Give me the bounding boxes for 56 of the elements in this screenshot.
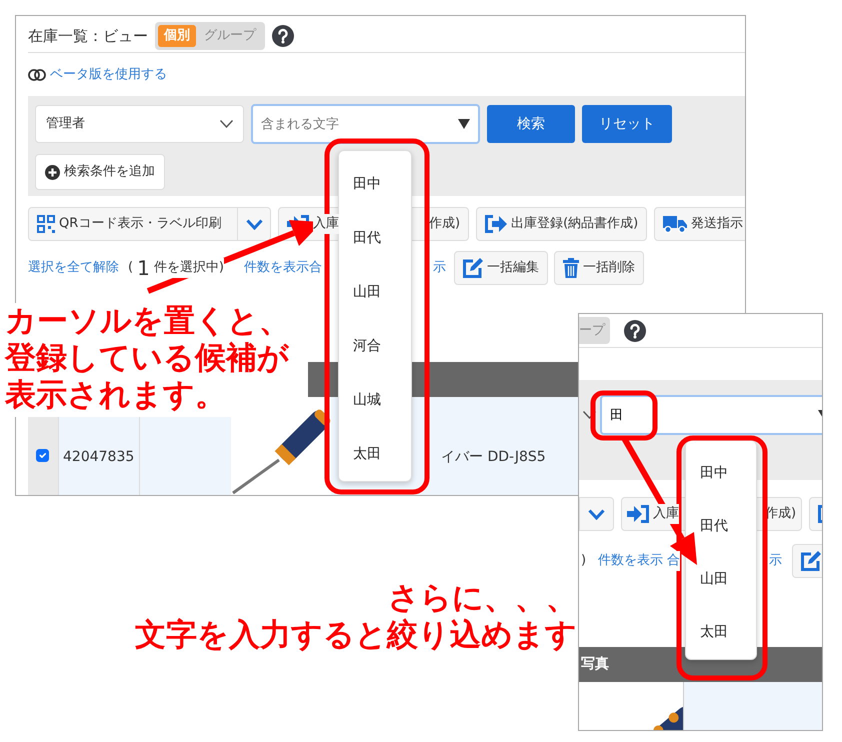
bulk-action-button[interactable] — [792, 544, 822, 578]
suggestion-item[interactable]: 山田 — [339, 265, 411, 319]
qr-code-icon — [37, 215, 55, 233]
column-header: 写真 — [580, 655, 610, 674]
annotation-text: カーソルを置くと、 — [5, 303, 290, 340]
toolbar-button[interactable]: 出庫登録(納品書作成) — [476, 207, 648, 241]
chevron-down-icon — [246, 218, 262, 230]
beta-link[interactable]: ベータ版を使用する — [50, 64, 167, 84]
annotation-text: 文字を入力すると絞り込めます — [135, 617, 577, 654]
arrow-out-bracket-icon — [485, 215, 508, 233]
edit-icon — [462, 258, 483, 278]
highlight-frame — [590, 390, 658, 440]
add-condition-button[interactable]: 検索条件を追加 — [35, 154, 165, 190]
truck-icon — [663, 215, 688, 233]
count-display-link[interactable]: 件数を表示合 — [244, 258, 322, 278]
plus-circle-icon — [45, 164, 60, 180]
count-display-link[interactable]: 示 — [432, 258, 446, 278]
suggestion-item[interactable]: 山田 — [686, 553, 756, 606]
selection-count-text: ( — [128, 259, 134, 278]
chevron-down-icon — [220, 120, 233, 128]
suggestion-item[interactable]: 田中 — [339, 157, 411, 211]
selection-count: 1 — [137, 255, 150, 282]
toolbar-button[interactable]: 発送指示 — [654, 207, 745, 241]
annotation-text: さらに、、、 — [388, 580, 577, 617]
suggestion-item[interactable]: 太田 — [686, 606, 756, 659]
dropdown-toggle-button[interactable] — [238, 207, 271, 241]
suggestion-item[interactable]: 田代 — [686, 500, 756, 553]
toggle-icon — [28, 68, 46, 80]
suggestion-item[interactable]: 河合 — [339, 319, 411, 373]
chevron-down-icon — [588, 508, 605, 520]
qr-label-print-button[interactable]: QRコード表示・ラベル印刷 — [28, 207, 238, 241]
search-field[interactable]: 田 — [600, 395, 822, 435]
trash-icon — [562, 258, 579, 278]
clear-selection-link[interactable]: 選択を全て解除 — [28, 258, 119, 278]
dropdown-toggle-button[interactable] — [579, 497, 614, 531]
caret-down-icon — [458, 119, 470, 129]
field-select[interactable]: 管理者 — [35, 105, 244, 143]
bulk-action-button[interactable]: 一括削除 — [554, 251, 644, 285]
help-icon[interactable] — [272, 25, 294, 47]
count-display-link[interactable]: 示 — [769, 551, 782, 571]
selection-count-text: 件を選択中) — [154, 258, 224, 278]
arrow-into-bracket-icon — [627, 505, 649, 523]
page-title: 在庫一覧：ビュー — [28, 26, 148, 47]
selection-count-text: ) — [581, 552, 586, 570]
bulk-action-button[interactable]: 一括編集 — [454, 251, 548, 285]
search-button[interactable]: 検索 — [487, 105, 575, 143]
annotation-text: 登録している候補が — [5, 340, 289, 377]
count-display-link[interactable]: 件数を表示 合 — [598, 551, 680, 571]
help-icon[interactable] — [624, 320, 646, 342]
chevron-down-icon — [583, 411, 596, 419]
suggestion-item[interactable]: 田代 — [339, 211, 411, 265]
edit-icon — [801, 551, 822, 571]
suggestion-item[interactable]: 太田 — [339, 427, 411, 481]
reset-button[interactable]: リセット — [582, 105, 672, 143]
row-checkbox[interactable] — [36, 449, 49, 462]
search-field[interactable]: 含まれる文字 — [251, 104, 480, 144]
